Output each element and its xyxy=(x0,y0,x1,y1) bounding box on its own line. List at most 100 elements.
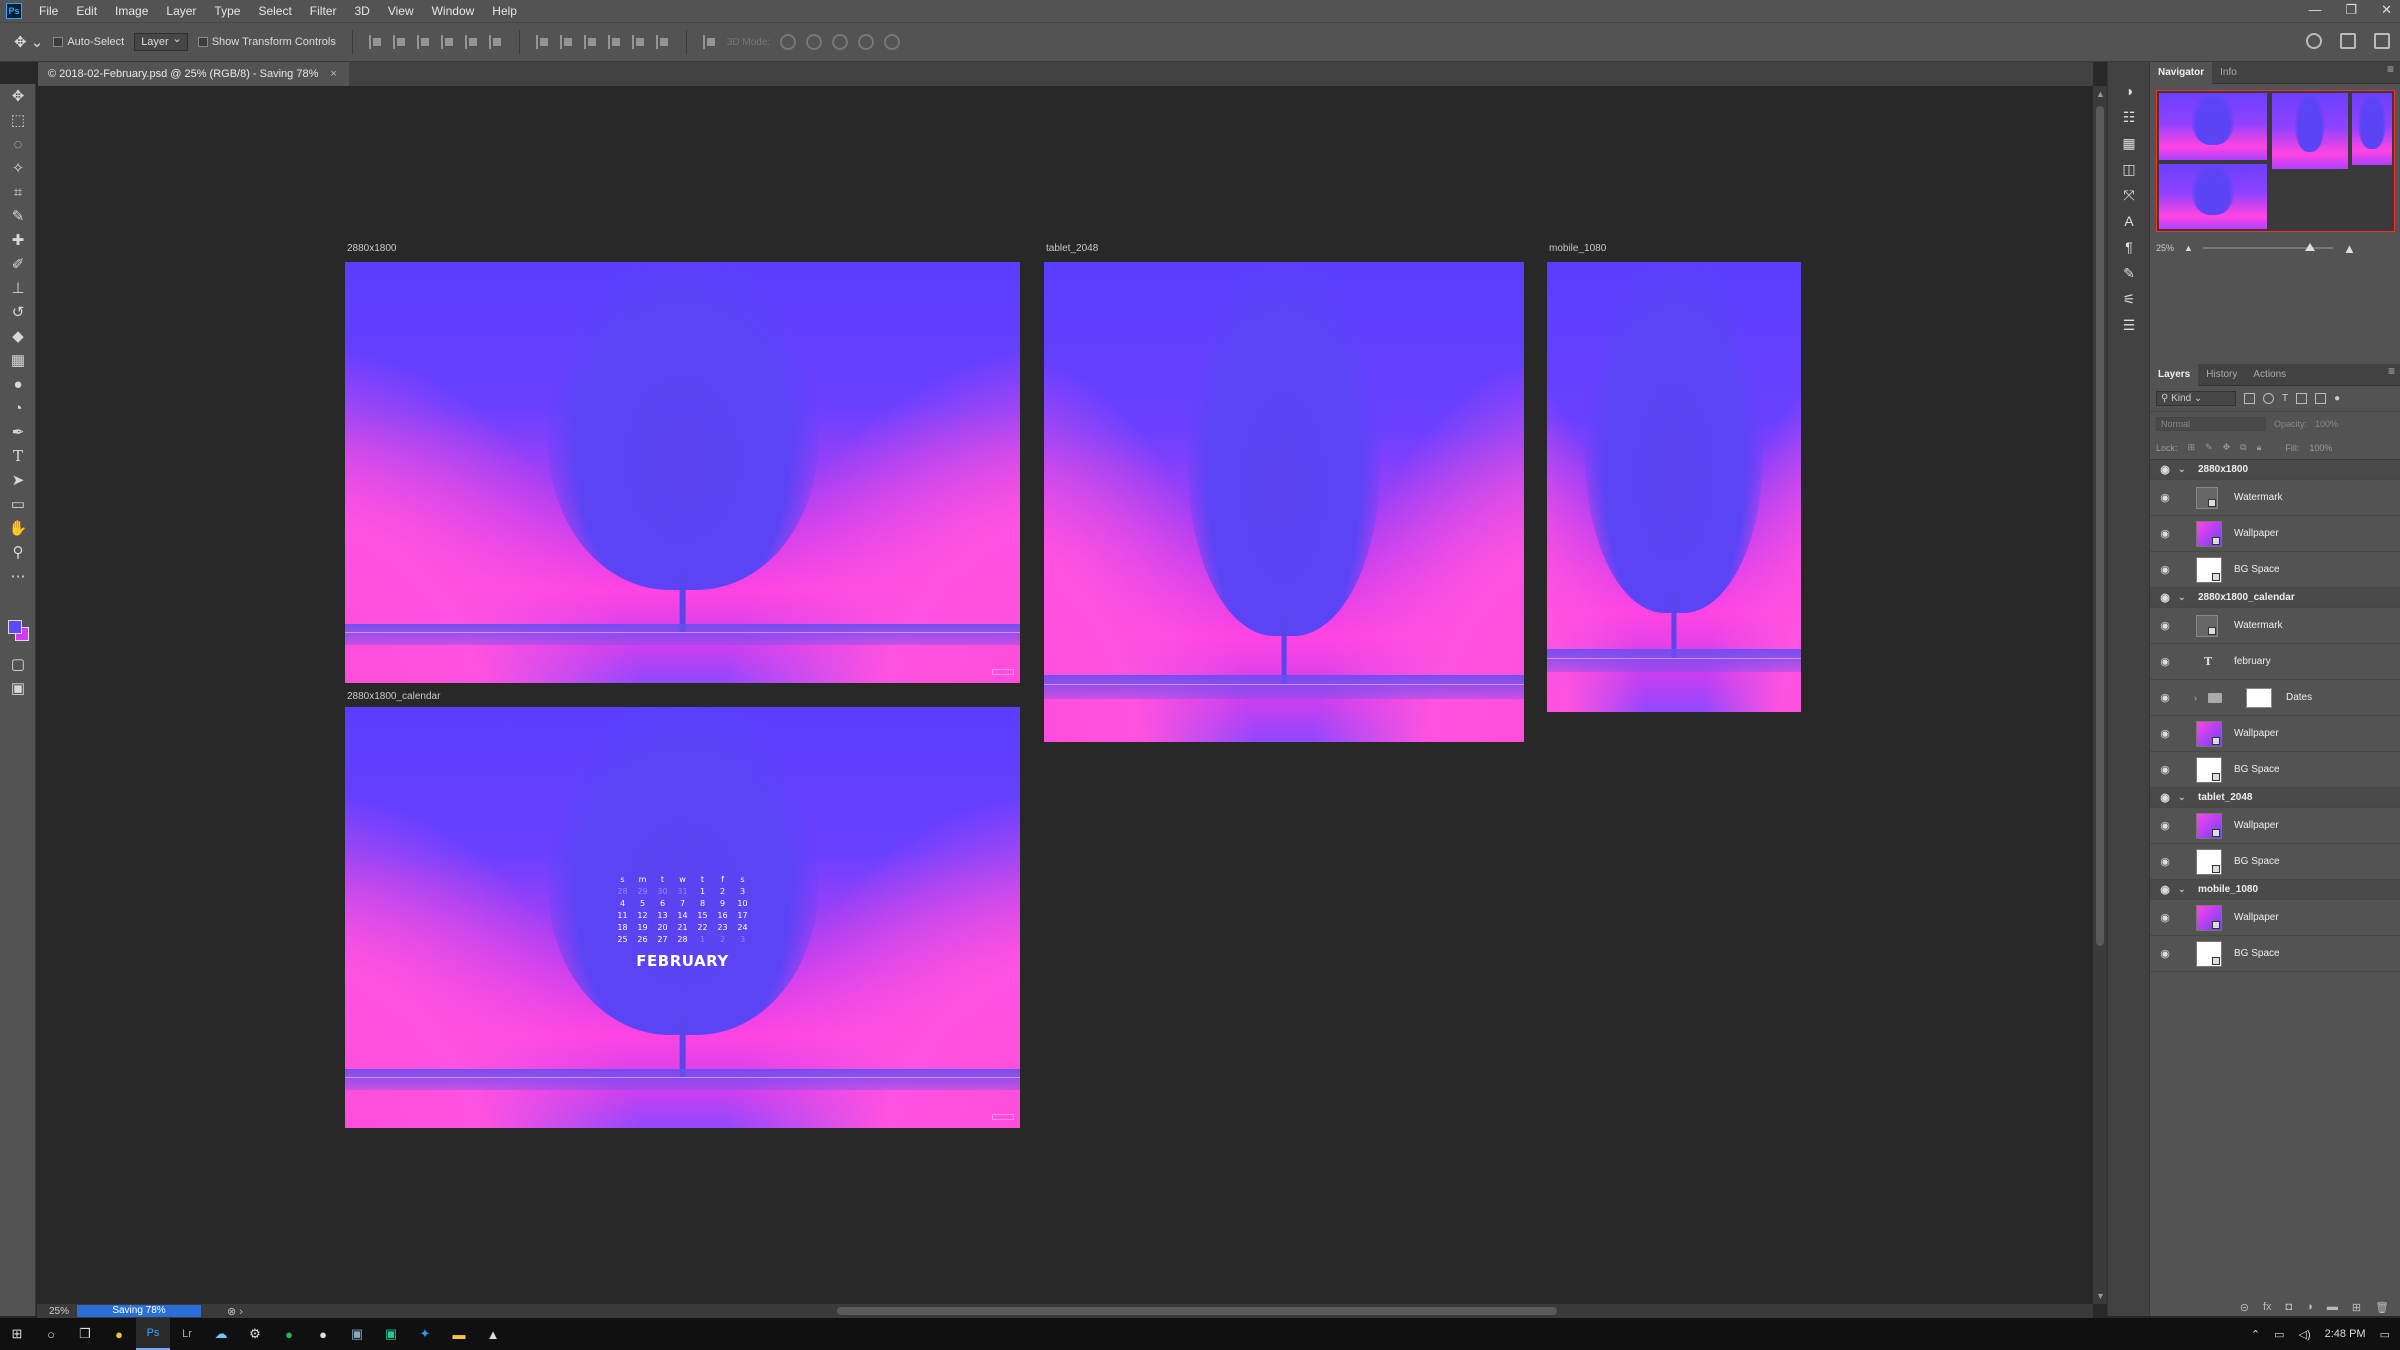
distribute-vcenter-icon[interactable] xyxy=(559,35,574,49)
align-left-icon[interactable] xyxy=(440,35,455,49)
blur-tool-icon[interactable]: ● xyxy=(0,372,36,396)
paragraph-panel-icon[interactable]: ¶ xyxy=(2108,234,2150,260)
tab-info[interactable]: Info xyxy=(2212,62,2245,84)
share-icon[interactable] xyxy=(2374,33,2390,49)
tab-actions[interactable]: Actions xyxy=(2245,364,2294,386)
vertical-scrollbar[interactable]: ▲ ▼ xyxy=(2093,86,2107,1304)
layer-group-row[interactable]: ◉ ⌄ 2880x1800_calendar xyxy=(2150,588,2400,608)
onedrive-icon[interactable]: ☁ xyxy=(204,1318,238,1350)
brush-tool-icon[interactable]: ✐ xyxy=(0,252,36,276)
network-icon[interactable]: ▭ xyxy=(2274,1328,2284,1341)
visibility-eye-icon[interactable]: ◉ xyxy=(2158,491,2172,504)
visibility-eye-icon[interactable]: ◉ xyxy=(2158,591,2172,604)
distribute-top-icon[interactable] xyxy=(535,35,550,49)
lightroom-icon[interactable]: Lr xyxy=(170,1318,204,1350)
clock[interactable]: 2:48 PM xyxy=(2325,1328,2366,1340)
transform-panel-icon[interactable]: ⤧ xyxy=(2108,182,2150,208)
blend-mode-select[interactable]: Normal xyxy=(2156,417,2266,431)
align-hcenter-icon[interactable] xyxy=(464,35,479,49)
magic-wand-tool-icon[interactable]: ✧ xyxy=(0,156,36,180)
zoom-out-icon[interactable]: ▲ xyxy=(2184,243,2193,253)
canvas-area[interactable]: 2880x1800 tablet_2048 mobile_1080 2880x1… xyxy=(37,86,2093,1304)
document-tab[interactable]: © 2018-02-February.psd @ 25% (RGB/8) - S… xyxy=(38,62,349,86)
opacity-field[interactable]: 100% xyxy=(2315,419,2338,429)
color-panel-icon[interactable]: ◑ xyxy=(2108,78,2150,104)
artboard-2880x1800[interactable] xyxy=(345,262,1020,683)
filter-pixel-icon[interactable] xyxy=(2244,393,2255,404)
visibility-eye-icon[interactable]: ◉ xyxy=(2158,563,2172,576)
healing-brush-tool-icon[interactable]: ✚ xyxy=(0,228,36,252)
3d-orbit-icon[interactable] xyxy=(780,34,797,50)
visibility-eye-icon[interactable]: ◉ xyxy=(2158,527,2172,540)
3d-roll-icon[interactable] xyxy=(806,34,823,50)
menu-type[interactable]: Type xyxy=(205,0,249,22)
lock-transparent-icon[interactable]: ⊞ xyxy=(2188,442,2196,453)
filter-toggle-icon[interactable]: ● xyxy=(2334,393,2340,404)
layer-group-row[interactable]: ◉ ⌄ 2880x1800 xyxy=(2150,460,2400,480)
3d-slide-icon[interactable] xyxy=(858,34,875,50)
layer-row[interactable]: ◉ › Dates xyxy=(2150,680,2400,716)
fill-field[interactable]: 100% xyxy=(2309,443,2332,453)
menu-filter[interactable]: Filter xyxy=(301,0,346,22)
artboard-label[interactable]: 2880x1800 xyxy=(347,243,397,254)
artboard-label[interactable]: tablet_2048 xyxy=(1046,243,1098,254)
artboard-2880x1800-calendar[interactable]: s m t w t f s 28 29 30 31 1 2 3 4 5 6 7 8 9 10 11 12 13 14 15 16 17… xyxy=(345,707,1020,1128)
3d-pan-icon[interactable] xyxy=(832,34,849,50)
menu-view[interactable]: View xyxy=(379,0,423,22)
pen-tool-icon[interactable]: ✒ xyxy=(0,420,36,444)
filter-shape-icon[interactable] xyxy=(2296,393,2308,404)
photoshop-icon[interactable]: Ps xyxy=(136,1318,170,1350)
layer-row[interactable]: ◉ Tfebruary xyxy=(2150,644,2400,680)
menu-select[interactable]: Select xyxy=(249,0,300,22)
action-center-icon[interactable]: ▭ xyxy=(2380,1328,2390,1341)
chrome-icon[interactable]: ● xyxy=(102,1318,136,1350)
history-brush-tool-icon[interactable]: ↺ xyxy=(0,300,36,324)
filter-type-icon[interactable]: T xyxy=(2282,393,2288,404)
lock-position-icon[interactable]: ✥ xyxy=(2223,442,2231,453)
visibility-eye-icon[interactable]: ◉ xyxy=(2158,791,2172,804)
visibility-eye-icon[interactable]: ◉ xyxy=(2158,763,2172,776)
green-app-icon[interactable]: ▣ xyxy=(374,1318,408,1350)
add-mask-icon[interactable]: ◘ xyxy=(2286,1301,2293,1313)
quick-mask-icon[interactable]: ▢ xyxy=(0,652,36,676)
artboard-tablet-2048[interactable] xyxy=(1044,262,1524,742)
visibility-eye-icon[interactable]: ◉ xyxy=(2158,463,2172,476)
steam-icon[interactable]: ⚙ xyxy=(238,1318,272,1350)
filter-adjustment-icon[interactable] xyxy=(2263,393,2274,404)
layer-group-row[interactable]: ◉ ⌄ mobile_1080 xyxy=(2150,880,2400,900)
scrollbar-thumb[interactable] xyxy=(2096,106,2104,946)
workspace-icon[interactable] xyxy=(2340,33,2356,49)
hand-tool-icon[interactable]: ✋ xyxy=(0,516,36,540)
menu-file[interactable]: File xyxy=(30,0,67,22)
artboard-label[interactable]: mobile_1080 xyxy=(1549,243,1606,254)
properties-panel-icon[interactable]: ☰ xyxy=(2108,312,2150,338)
group-expand-icon[interactable]: ⌄ xyxy=(2178,792,2186,803)
distribute-left-icon[interactable] xyxy=(607,35,622,49)
app-icon[interactable]: ● xyxy=(306,1318,340,1350)
auto-select-checkbox[interactable]: Auto-Select xyxy=(53,36,124,48)
cancel-save-icon[interactable]: ⊗ › xyxy=(227,1305,243,1318)
screen-mode-icon[interactable]: ▣ xyxy=(0,676,36,700)
layer-row[interactable]: ◉ Watermark xyxy=(2150,480,2400,516)
path-selection-tool-icon[interactable]: ➤ xyxy=(0,468,36,492)
auto-select-target-select[interactable]: Layer xyxy=(134,32,188,51)
libraries-panel-icon[interactable]: ▦ xyxy=(2108,130,2150,156)
gradient-tool-icon[interactable]: ▦ xyxy=(0,348,36,372)
visibility-eye-icon[interactable]: ◉ xyxy=(2158,947,2172,960)
browser-icon[interactable]: ▣ xyxy=(340,1318,374,1350)
tab-history[interactable]: History xyxy=(2198,364,2245,386)
visibility-eye-icon[interactable]: ◉ xyxy=(2158,727,2172,740)
layer-row[interactable]: ◉ Watermark xyxy=(2150,608,2400,644)
group-expand-icon[interactable]: ⌄ xyxy=(2178,884,2186,895)
new-layer-icon[interactable]: ⊞ xyxy=(2352,1301,2361,1314)
tray-overflow-icon[interactable]: ⌃ xyxy=(2251,1328,2260,1341)
align-right-icon[interactable] xyxy=(488,35,503,49)
layer-style-icon[interactable]: fx xyxy=(2263,1301,2272,1313)
filter-kind-select[interactable]: ⚲ Kind ⌄ xyxy=(2156,391,2236,406)
photos-icon[interactable]: ▲ xyxy=(476,1318,510,1350)
dodge-tool-icon[interactable]: ◔ xyxy=(0,396,36,420)
menu-3d[interactable]: 3D xyxy=(345,0,378,22)
spotify-icon[interactable]: ● xyxy=(272,1318,306,1350)
layer-row[interactable]: ◉ Wallpaper xyxy=(2150,516,2400,552)
distribute-right-icon[interactable] xyxy=(655,35,670,49)
